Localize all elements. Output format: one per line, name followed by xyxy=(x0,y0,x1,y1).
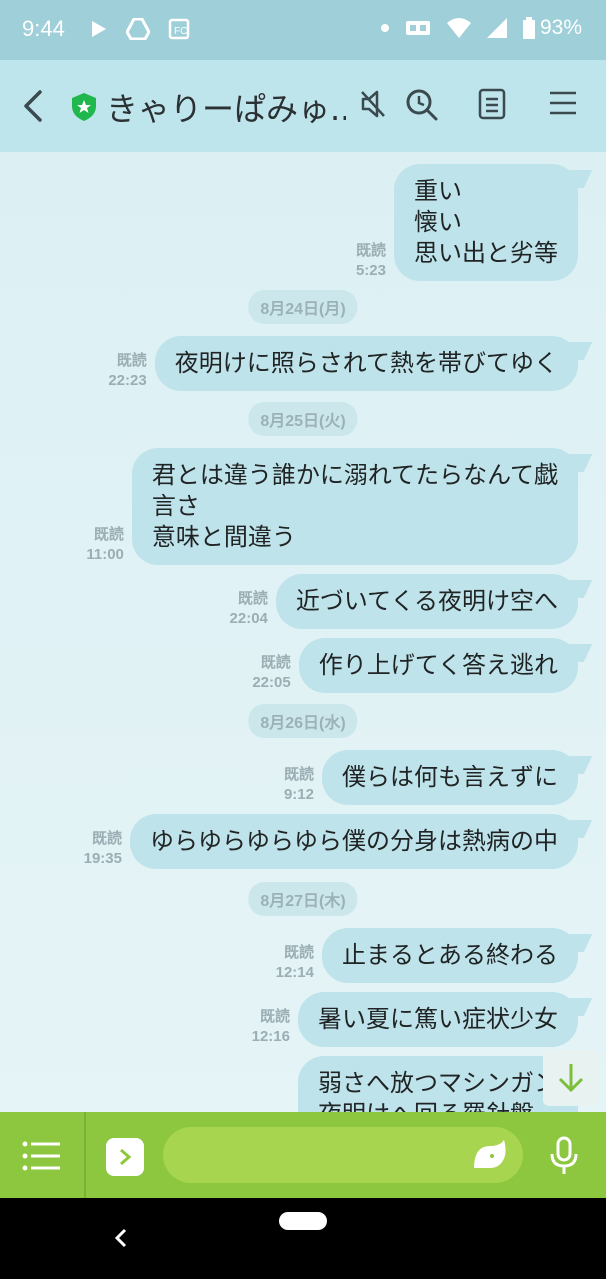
sticker-icon[interactable] xyxy=(470,1138,510,1172)
message-bubble[interactable]: 弱さへ放つマシンガン 夜明けへ回る羅針盤 xyxy=(298,1056,578,1112)
chat-title[interactable]: きゃりーぱみゅ... xyxy=(106,84,346,130)
notes-icon[interactable] xyxy=(478,88,506,120)
message-time: 19:35 xyxy=(83,850,122,867)
message-row: 既読 12:14 止まるとある終わる xyxy=(276,928,578,983)
svg-text:FC: FC xyxy=(174,26,187,37)
message-bubble[interactable]: 近づいてくる夜明け空へ xyxy=(275,574,578,629)
message-time: 22:23 xyxy=(108,372,147,389)
message-meta: 既読 22:05 xyxy=(252,653,290,693)
chat-area[interactable]: 既読 5:23 重い 懐い 思い出と劣等 8月24日(月) 既読 22:23 夜… xyxy=(0,152,606,1112)
vpn-icon xyxy=(405,21,430,35)
mic-icon[interactable] xyxy=(548,1136,580,1176)
message-meta: 既読 11:00 xyxy=(86,525,124,565)
date-separator: 8月25日(火) xyxy=(248,402,358,436)
message-row: 既読 5:23 重い 懐い 思い出と劣等 xyxy=(356,164,578,281)
message-meta: 既読 22:23 xyxy=(108,351,146,391)
nav-back-icon[interactable] xyxy=(114,1228,128,1248)
message-row: 既読 11:00 君とは違う誰かに溺れてたらなんて戯 言さ 意味と間違う xyxy=(86,448,578,565)
date-separator: 8月24日(月) xyxy=(248,290,358,324)
message-bubble[interactable]: 夜明けに照らされて熱を帯びてゆく xyxy=(154,336,578,391)
message-row: 既読 22:05 作り上げてく答え逃れ xyxy=(252,638,578,693)
home-pill[interactable] xyxy=(279,1212,327,1230)
message-row: 既読 19:35 ゆらゆらゆらゆら僕の分身は熱病の中 xyxy=(84,814,578,869)
message-time: 12:16 xyxy=(251,1028,290,1045)
read-status: 既読 xyxy=(283,766,314,783)
read-status: 既読 xyxy=(116,352,147,369)
divider xyxy=(84,1112,86,1198)
read-status: 既読 xyxy=(259,1008,290,1025)
chevron-right-icon xyxy=(120,1148,132,1166)
message-bubble[interactable]: 重い 懐い 思い出と劣等 xyxy=(394,164,578,281)
back-icon[interactable] xyxy=(18,86,48,126)
message-meta: 既読 5:23 xyxy=(356,241,386,281)
read-status: 既読 xyxy=(355,242,386,259)
message-input[interactable] xyxy=(163,1127,523,1183)
message-row: 既読 22:04 近づいてくる夜明け空へ xyxy=(230,574,578,629)
message-time: 9:12 xyxy=(283,786,314,803)
status-time: 9:44 xyxy=(22,16,65,41)
message-meta: 既読 12:14 xyxy=(276,943,314,983)
dot-icon xyxy=(380,24,389,32)
system-nav-bar xyxy=(0,1198,606,1279)
message-bubble[interactable]: 止まるとある終わる xyxy=(322,928,578,983)
message-time: 12:14 xyxy=(275,964,314,981)
menu-list-icon[interactable] xyxy=(22,1140,62,1172)
message-meta: 既読 22:04 xyxy=(230,589,268,629)
shield-icon xyxy=(72,93,96,121)
drive-icon xyxy=(126,18,150,40)
read-status: 既読 xyxy=(93,526,124,543)
message-time: 5:23 xyxy=(355,262,386,279)
message-time: 22:04 xyxy=(229,610,268,627)
wifi-icon xyxy=(446,18,471,38)
message-row: 既読 22:23 夜明けに照らされて熱を帯びてゆく xyxy=(108,336,578,391)
scroll-down-button[interactable] xyxy=(543,1050,599,1106)
date-separator: 8月26日(水) xyxy=(248,704,358,738)
signal-icon xyxy=(486,18,507,38)
message-row: 既読 9:12 僕らは何も言えずに xyxy=(284,750,578,805)
battery-percent: 93% xyxy=(539,16,582,39)
message-bubble[interactable]: 暑い夏に篤い症状少女 xyxy=(298,992,578,1047)
read-status: 既読 xyxy=(260,654,291,671)
message-bubble[interactable]: 作り上げてく答え逃れ xyxy=(298,638,578,693)
arrow-down-icon xyxy=(558,1064,584,1093)
read-status: 既読 xyxy=(237,590,268,607)
message-time: 22:05 xyxy=(252,674,291,691)
chat-header: きゃりーぱみゅ... xyxy=(0,60,606,152)
message-row: 既読 12:16 暑い夏に篤い症状少女 xyxy=(252,992,578,1047)
read-status: 既読 xyxy=(91,830,122,847)
message-bubble[interactable]: 君とは違う誰かに溺れてたらなんて戯 言さ 意味と間違う xyxy=(131,448,578,565)
search-icon[interactable] xyxy=(405,88,439,122)
expand-button[interactable] xyxy=(106,1138,144,1176)
message-bubble[interactable]: ゆらゆらゆらゆら僕の分身は熱病の中 xyxy=(130,814,578,869)
message-row: 弱さへ放つマシンガン 夜明けへ回る羅針盤 xyxy=(298,1056,578,1112)
mute-icon[interactable] xyxy=(360,88,388,120)
message-meta: 既読 19:35 xyxy=(84,829,122,869)
message-meta: 既読 12:16 xyxy=(252,1007,290,1047)
battery-icon xyxy=(522,17,535,39)
message-bubble[interactable]: 僕らは何も言えずに xyxy=(322,750,578,805)
message-meta: 既読 9:12 xyxy=(284,765,314,805)
read-status: 既読 xyxy=(283,944,314,961)
status-bar: 9:44 FC 93% xyxy=(0,0,606,60)
app-icon: FC xyxy=(168,18,190,40)
menu-icon[interactable] xyxy=(548,88,578,118)
date-separator: 8月27日(木) xyxy=(248,882,358,916)
input-bar xyxy=(0,1112,606,1198)
message-time: 11:00 xyxy=(86,546,124,563)
play-icon xyxy=(92,21,106,37)
